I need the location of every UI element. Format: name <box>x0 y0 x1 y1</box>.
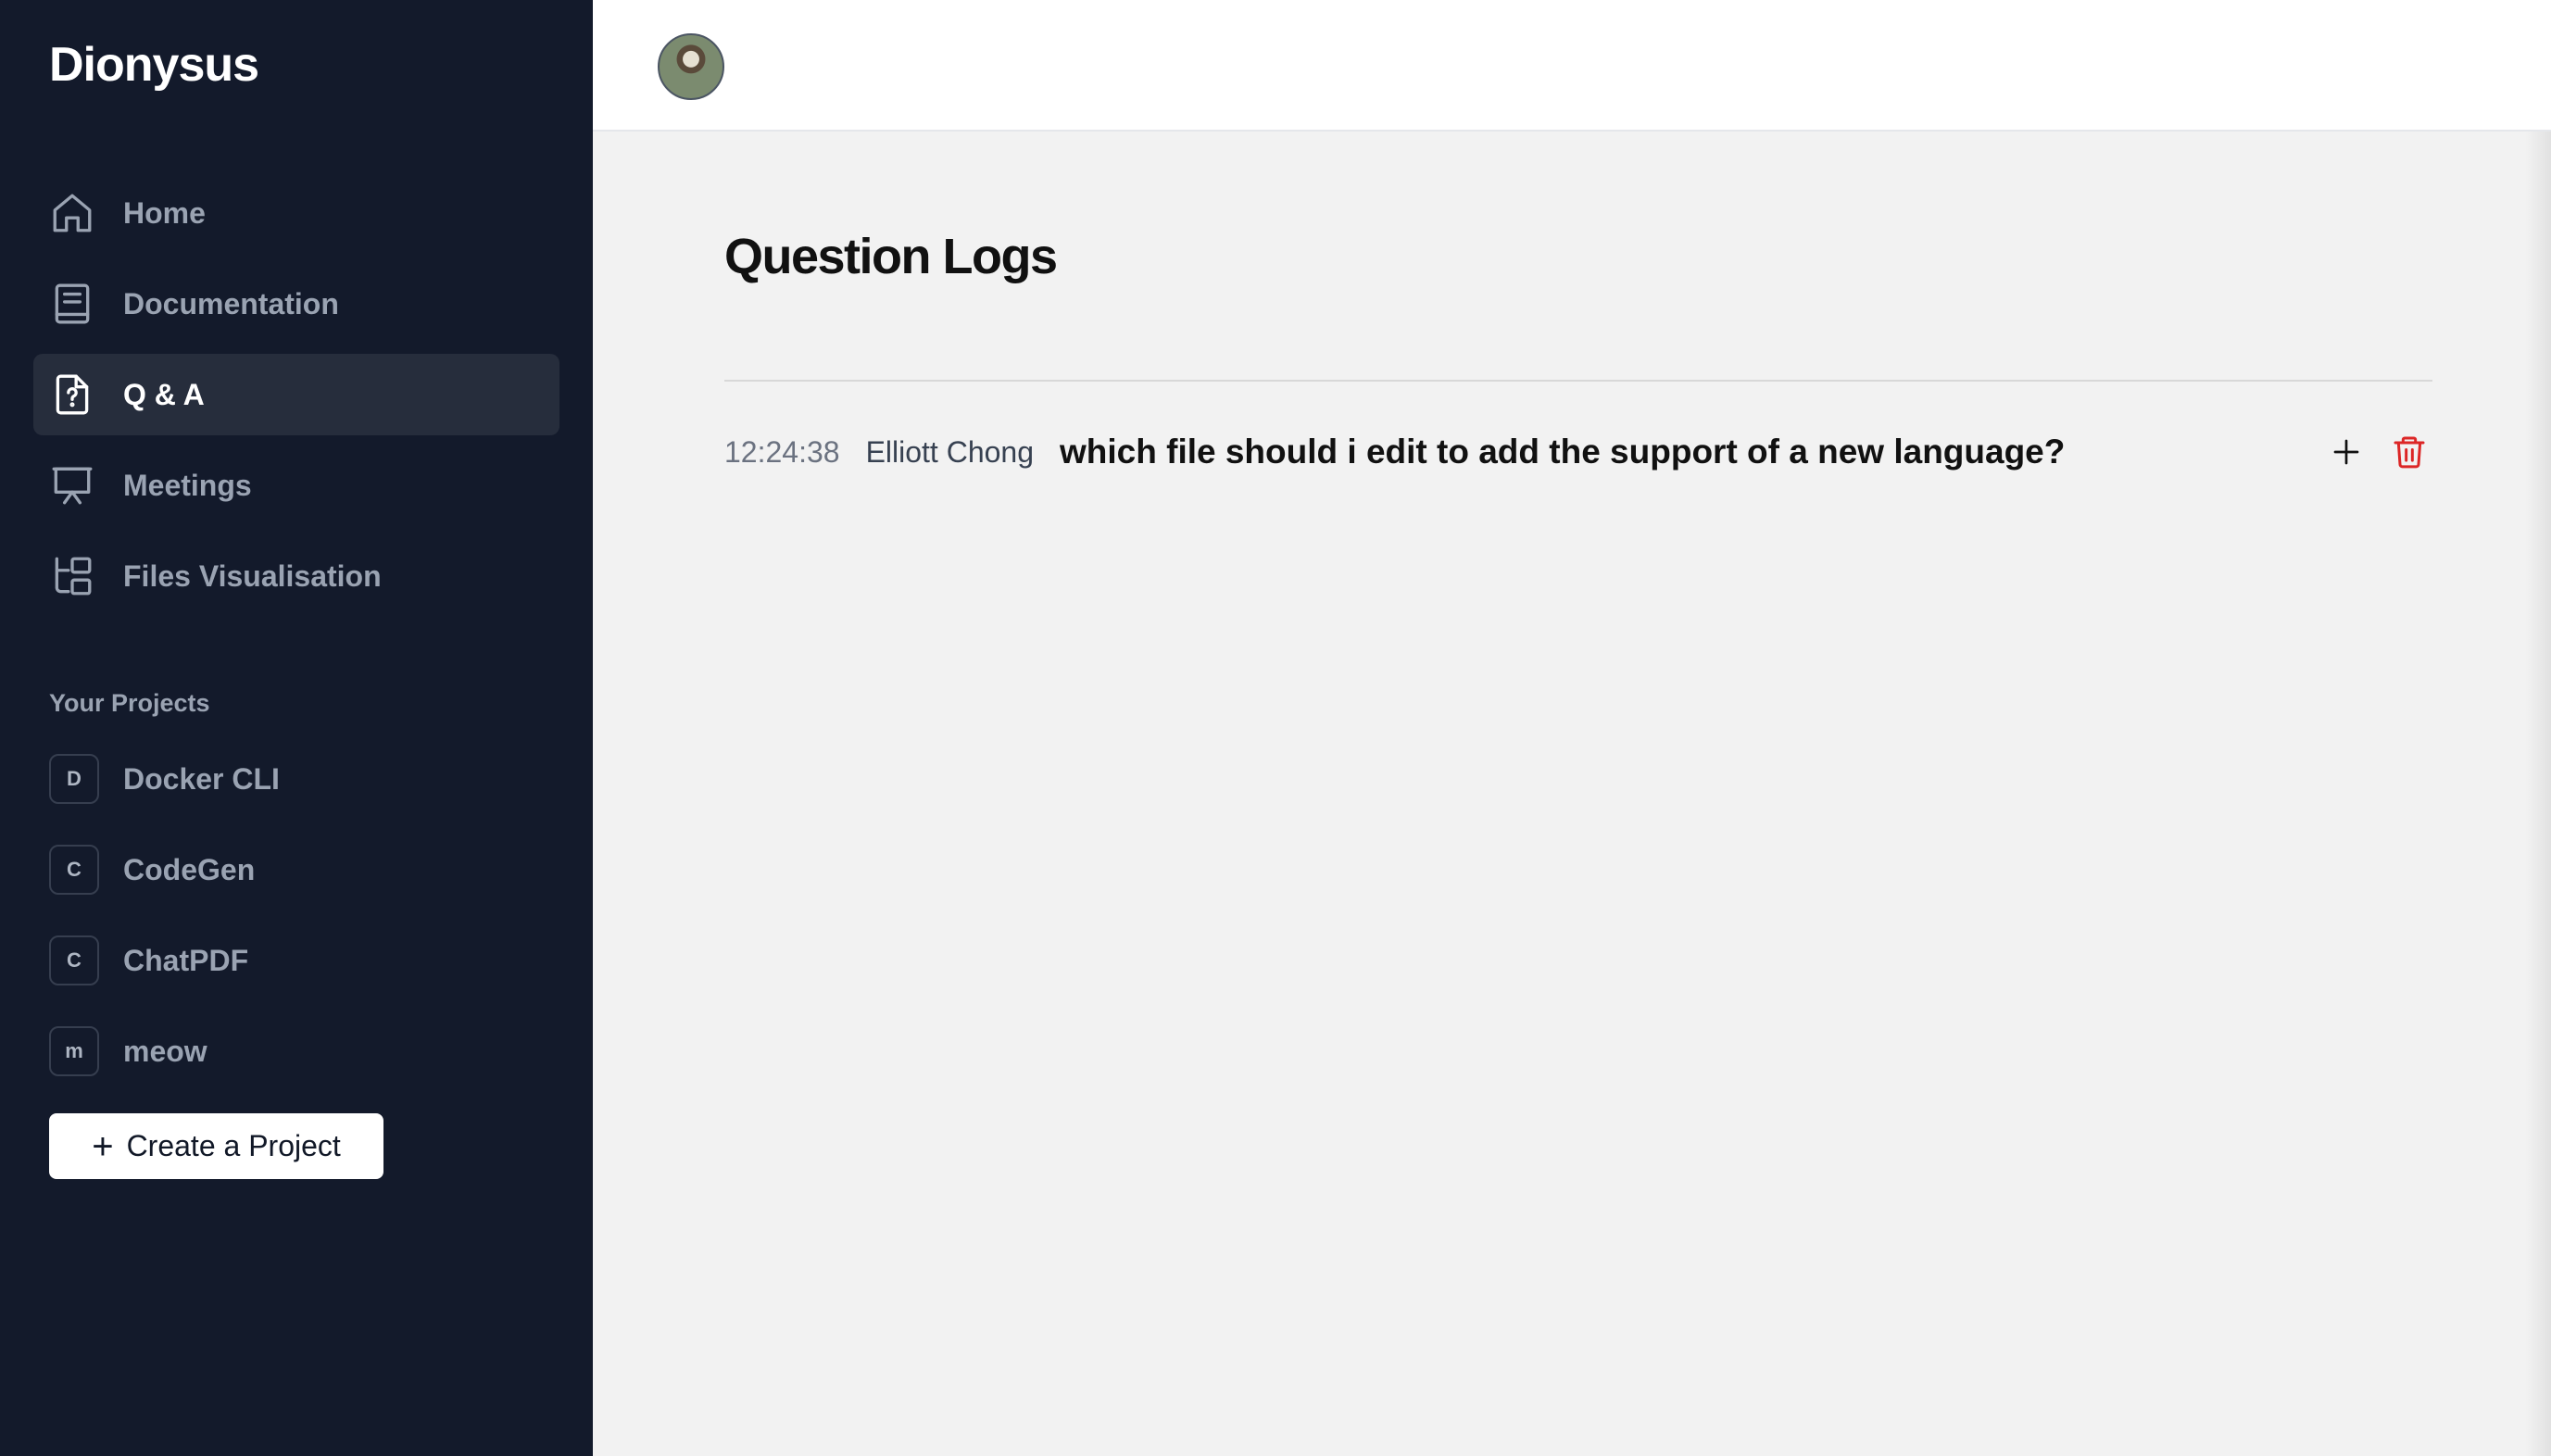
delete-button[interactable] <box>2386 429 2432 475</box>
sidebar-item-label: Meetings <box>123 468 252 502</box>
divider <box>724 380 2432 382</box>
sidebar-item-label: Files Visualisation <box>123 559 382 593</box>
add-button[interactable] <box>2323 429 2369 475</box>
project-list: D Docker CLI C CodeGen C ChatPDF m meow <box>49 738 568 1101</box>
sidebar-item-files-visualisation[interactable]: Files Visualisation <box>33 535 559 617</box>
app-logo-text: Dionysus <box>49 38 259 92</box>
question-log-row: 12:24:38 Elliott Chong which file should… <box>724 424 2432 480</box>
sidebar: Dionysus Home Documentation Q & A Meetin… <box>0 0 593 1456</box>
question-file-icon <box>49 371 95 418</box>
sidebar-item-label: Q & A <box>123 377 205 411</box>
project-initial-badge: C <box>49 935 99 985</box>
home-icon <box>49 190 95 236</box>
sidebar-item-label: Documentation <box>123 286 339 320</box>
project-name: ChatPDF <box>123 943 249 977</box>
project-item-codegen[interactable]: C CodeGen <box>49 829 568 910</box>
sidebar-item-meetings[interactable]: Meetings <box>33 445 559 526</box>
project-name: Docker CLI <box>123 761 280 796</box>
sidebar-item-documentation[interactable]: Documentation <box>33 263 559 345</box>
create-project-button[interactable]: + Create a Project <box>49 1113 383 1179</box>
document-icon <box>49 281 95 327</box>
page-edge-shadow <box>2525 132 2551 1456</box>
main-nav: Home Documentation Q & A Meetings Files … <box>33 172 559 626</box>
sidebar-item-qa[interactable]: Q & A <box>33 354 559 435</box>
plus-icon <box>2333 439 2359 465</box>
project-name: CodeGen <box>123 852 256 886</box>
create-project-label: Create a Project <box>126 1129 341 1162</box>
project-item-docker-cli[interactable]: D Docker CLI <box>49 738 568 820</box>
projects-section-heading: Your Projects <box>49 689 210 717</box>
sidebar-item-home[interactable]: Home <box>33 172 559 254</box>
sidebar-item-label: Home <box>123 195 206 230</box>
log-question-text[interactable]: which file should i edit to add the supp… <box>1060 433 2065 471</box>
project-initial-badge: C <box>49 845 99 895</box>
project-item-meow[interactable]: m meow <box>49 1010 568 1092</box>
log-timestamp: 12:24:38 <box>724 434 840 469</box>
project-name: meow <box>123 1034 207 1068</box>
plus-icon: + <box>92 1125 114 1167</box>
user-avatar[interactable] <box>658 33 724 100</box>
trash-icon <box>2394 436 2425 469</box>
project-initial-badge: D <box>49 754 99 804</box>
main-content: Question Logs 12:24:38 Elliott Chong whi… <box>593 132 2551 1456</box>
top-bar <box>593 0 2551 132</box>
presentation-icon <box>49 462 95 508</box>
log-actions <box>2323 424 2432 480</box>
log-user-name: Elliott Chong <box>865 434 1034 469</box>
project-item-chatpdf[interactable]: C ChatPDF <box>49 920 568 1001</box>
folder-tree-icon <box>49 553 95 599</box>
project-initial-badge: m <box>49 1026 99 1076</box>
page-title: Question Logs <box>724 229 1058 284</box>
